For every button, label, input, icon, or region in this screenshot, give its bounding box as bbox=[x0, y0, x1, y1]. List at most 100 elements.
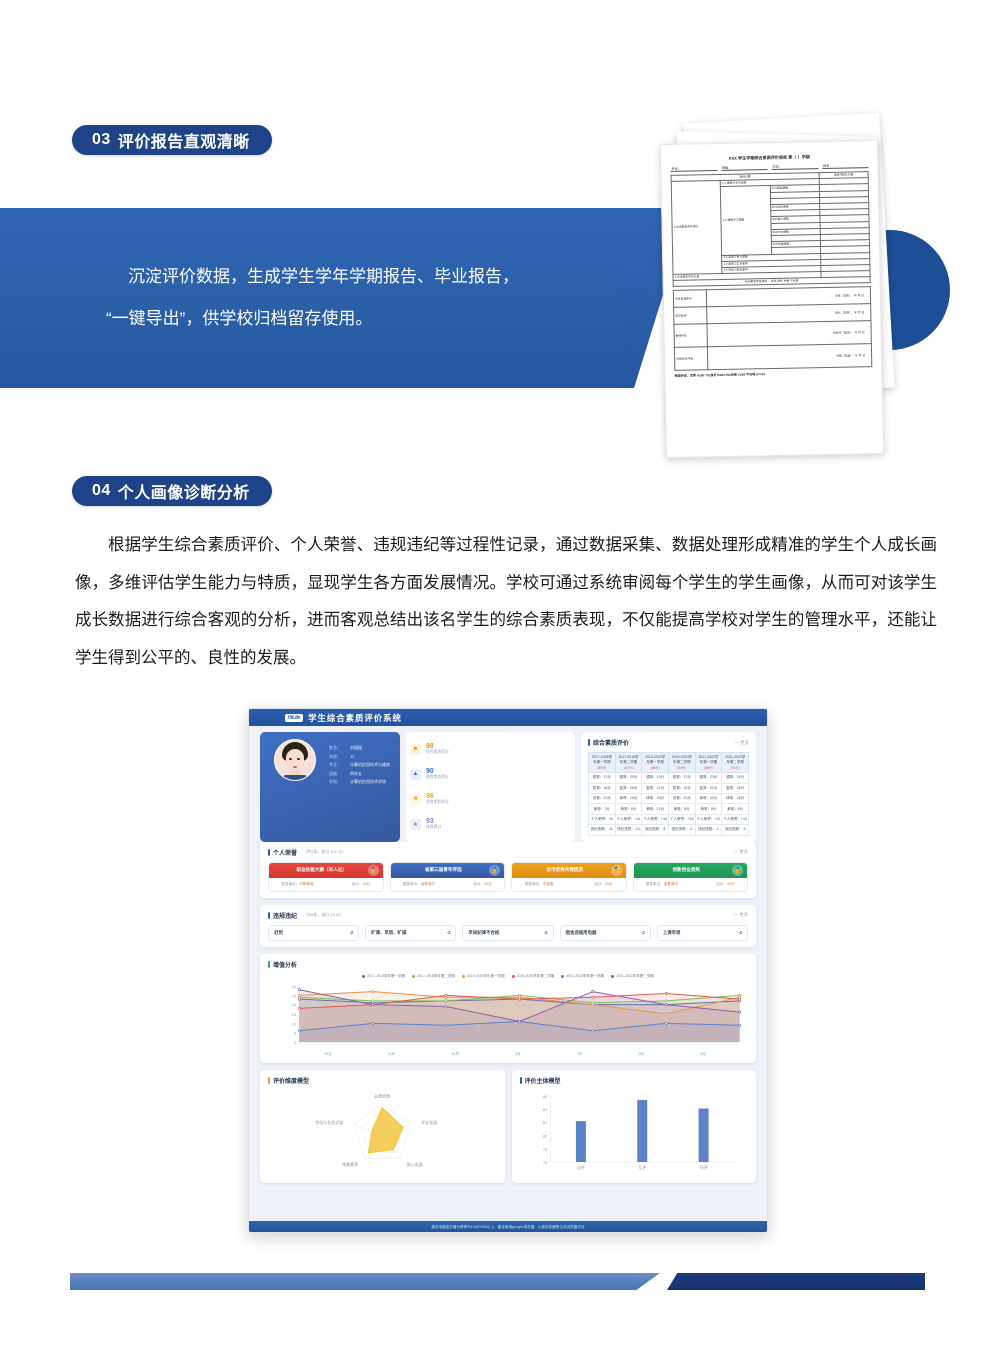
violation-points: -2 bbox=[640, 930, 645, 936]
footer-bar-light bbox=[70, 1273, 660, 1290]
honor-card[interactable]: 创新创业类奖 🏅 颁奖单位：省教育厅 | 加分：20分 bbox=[632, 861, 748, 892]
legend-item[interactable]: 2019-2020学年第一学期 bbox=[461, 973, 505, 979]
sign-label: 学校综合评语 bbox=[674, 347, 708, 371]
paragraph-text: 根据学生综合素质评价、个人荣誉、违规违纪等过程性记录，通过数据采集、数据处理形成… bbox=[75, 536, 937, 667]
legend-item[interactable]: 2021-2022学年第一学期 bbox=[561, 974, 604, 979]
honor-name: 全市优秀共青团员 bbox=[546, 867, 584, 873]
table-row: 智育：16分 智育：26分 智育：21分 智育：23分 智育：22分 智育：28分 bbox=[588, 782, 749, 795]
sign-value: 学校（签章）： 年 月 日 bbox=[706, 344, 872, 371]
violation-item[interactable]: 上课早退 -2 bbox=[656, 924, 749, 941]
legend-label: 2021-2022学年第二学期 bbox=[616, 973, 654, 978]
violation-item[interactable]: 早间纪律不合格 -2 bbox=[462, 924, 554, 941]
section-title: 评价报告直观清晰 bbox=[117, 134, 250, 151]
violation-points: -2 bbox=[543, 930, 548, 936]
title-bar-icon bbox=[588, 739, 590, 746]
info-row: 学校： 计算机应用技术学校 bbox=[329, 779, 386, 785]
title-bar-icon bbox=[268, 1076, 270, 1084]
table-header-row: 2017-2018学年第一学期 （89分） 2017-2018学年第二学期 （87分… bbox=[588, 751, 749, 774]
honor-card[interactable]: 全市优秀共青团员 🏅 颁奖单位：市团委 | 加分：25分 bbox=[511, 861, 627, 892]
info-row: 专业： 计算机应用技术与维修 bbox=[329, 762, 390, 768]
honor-header: 省第三届青年评选 🏅 bbox=[390, 862, 504, 878]
chart-icon: ▲ bbox=[410, 768, 421, 780]
svg-text:审美素养: 审美素养 bbox=[342, 1161, 358, 1167]
x-tick: 12月 bbox=[451, 1051, 459, 1056]
violation-points: -2 bbox=[738, 930, 743, 936]
violation-item[interactable]: 宿舍违规用电器 -2 bbox=[559, 924, 651, 941]
svg-text:师评: 师评 bbox=[699, 1164, 707, 1170]
honor-org: 颁奖单位：省教育厅 bbox=[402, 881, 436, 886]
comprehensive-eval-card: 综合素质评价 — 更多 2017-2018学年第一学期 （89分） 2017-20… bbox=[581, 732, 756, 842]
honor-card[interactable]: 省第三届青年评选 🏅 颁奖单位：省教育厅 | 加分：30分 bbox=[389, 861, 505, 892]
svg-text:20: 20 bbox=[292, 1002, 297, 1007]
line-chart-xaxis: 10月 11月 12月 1月 2月 3月 4月 bbox=[268, 1052, 748, 1057]
sign-value: 班主任（签名）： 年 月 日 bbox=[706, 321, 872, 348]
violation-item[interactable]: 旷课、早退、旷操 -2 bbox=[365, 924, 457, 941]
honor-name: 职业技能大赛（市人社） bbox=[296, 867, 348, 873]
honor-meta: 颁奖单位：市教育局 | 加分：25分 bbox=[281, 881, 371, 887]
bar-chart-plot: 76 78 80 82 84 86 自评 互评 师评 bbox=[542, 1093, 734, 1170]
banner-text: 沉淀评价数据，生成学生学年学期报告、毕业报告， “一键导出”，供学校归档留存使用… bbox=[0, 208, 640, 388]
score-item: ■ 86 智育素质得分 bbox=[410, 793, 571, 805]
honor-score: 加分：20分 bbox=[716, 881, 735, 886]
violation-item[interactable]: 迟到 -2 bbox=[268, 924, 360, 941]
legend-item[interactable]: 2017-2018学年第二学期 bbox=[412, 974, 455, 979]
legend-label: 2017-2018学年第二学期 bbox=[417, 973, 455, 978]
score-summary-panel: ⚑ 98 综合素质得分 ▲ 90 德育素质得分 ■ 86 智育素质得分 ★ 93 bbox=[406, 732, 575, 842]
legend-label: 2019-2020学年第一学期 bbox=[466, 973, 505, 978]
svg-text:身心发展: 身心发展 bbox=[406, 1161, 422, 1167]
eval-col-header: 2021-2022学年第一学期 （86分） bbox=[694, 751, 723, 774]
svg-text:劳动与社会实践: 劳动与社会实践 bbox=[315, 1118, 343, 1124]
honor-meta: 颁奖单位：市团委 | 加分：25分 bbox=[524, 881, 613, 887]
card-title: 综合素质评价 — 更多 bbox=[588, 738, 749, 747]
medal-icon: 🏅 bbox=[367, 864, 379, 876]
page-footer-bar bbox=[70, 1273, 925, 1290]
legend-item[interactable]: 2021-2022学年第二学期 bbox=[611, 974, 654, 979]
x-tick: 1月 bbox=[515, 1051, 521, 1056]
section-number: 03 bbox=[92, 131, 111, 148]
field-major: 专业： bbox=[670, 166, 718, 173]
svg-text:5: 5 bbox=[294, 1030, 297, 1035]
eval-col-header: 2021-2022学年第二学期 （91分） bbox=[721, 751, 749, 774]
violations-more-link[interactable]: — 更多 bbox=[734, 912, 748, 918]
honors-more-link[interactable]: — 更多 bbox=[734, 849, 748, 855]
eval-col-header: 2017-2018学年第二学期 （87分） bbox=[614, 751, 643, 774]
footer-bar-dark bbox=[667, 1273, 925, 1290]
honor-org: 颁奖单位：市教育局 bbox=[281, 881, 314, 886]
honor-name: 省第三届青年评选 bbox=[424, 867, 462, 873]
svg-text:25: 25 bbox=[292, 993, 297, 998]
violations-title: 违规违纪 bbox=[273, 913, 298, 920]
honor-org: 颁奖单位：市团委 bbox=[524, 881, 554, 886]
line-chart-title: 增值分析 bbox=[273, 962, 298, 969]
eval-title: 综合素质评价 bbox=[593, 741, 630, 747]
section-badge-03: 03 评价报告直观清晰 bbox=[72, 125, 272, 155]
title-bar-icon bbox=[268, 960, 270, 968]
card-title: 评价维度模型 bbox=[268, 1076, 497, 1085]
sign-label: 同学互评 bbox=[673, 307, 707, 325]
bar-chart-title: 评价主体模型 bbox=[524, 1078, 561, 1085]
honors-card: 个人荣誉 （共9条，加分 100 分） — 更多 职业技能大赛（市人社） 🏅 颁… bbox=[260, 841, 756, 898]
title-bar-icon bbox=[268, 911, 270, 919]
violation-points: -2 bbox=[349, 930, 354, 936]
x-tick: 4月 bbox=[700, 1051, 706, 1056]
field-name: 姓名： bbox=[821, 163, 869, 170]
sign-label: 学生自我评价 bbox=[673, 290, 707, 308]
eval-more-link[interactable]: — 更多 bbox=[735, 740, 749, 746]
svg-text:30: 30 bbox=[292, 984, 297, 989]
card-title: 违规违纪 （共5条，减分 10 分） — 更多 bbox=[268, 911, 748, 920]
score-item: ⚑ 98 综合素质得分 bbox=[410, 743, 571, 755]
score-item: ★ 93 体育得分 bbox=[410, 818, 571, 830]
info-row: 年龄： 12 bbox=[329, 753, 355, 759]
legend-item[interactable]: 2017-2018学年第一学期 bbox=[362, 974, 405, 979]
eval-col-header: 2019-2020学年第一学期 （88分） bbox=[641, 751, 669, 774]
honor-header: 创新创业类奖 🏅 bbox=[633, 862, 747, 878]
violations-count: （共5条，减分 10 分） bbox=[303, 912, 344, 918]
honor-org: 颁奖单位：省教育厅 bbox=[645, 881, 679, 886]
app-logo: HiLife bbox=[285, 713, 304, 722]
honor-meta: 颁奖单位：省教育厅 | 加分：30分 bbox=[402, 881, 492, 887]
section-number: 04 bbox=[92, 482, 111, 499]
honor-score: 加分：25分 bbox=[594, 881, 613, 886]
legend-item[interactable]: 2019-2020学年第二学期 bbox=[511, 974, 554, 979]
honor-card[interactable]: 职业技能大赛（市人社） 🏅 颁奖单位：市教育局 | 加分：25分 bbox=[268, 861, 384, 892]
student-info-list: 姓名： 刘园园 年龄： 12 专业： 计算机应用技术与维修 班级： 四年五 学校： 计算机… bbox=[329, 745, 393, 785]
violation-name: 迟到 bbox=[274, 929, 283, 935]
